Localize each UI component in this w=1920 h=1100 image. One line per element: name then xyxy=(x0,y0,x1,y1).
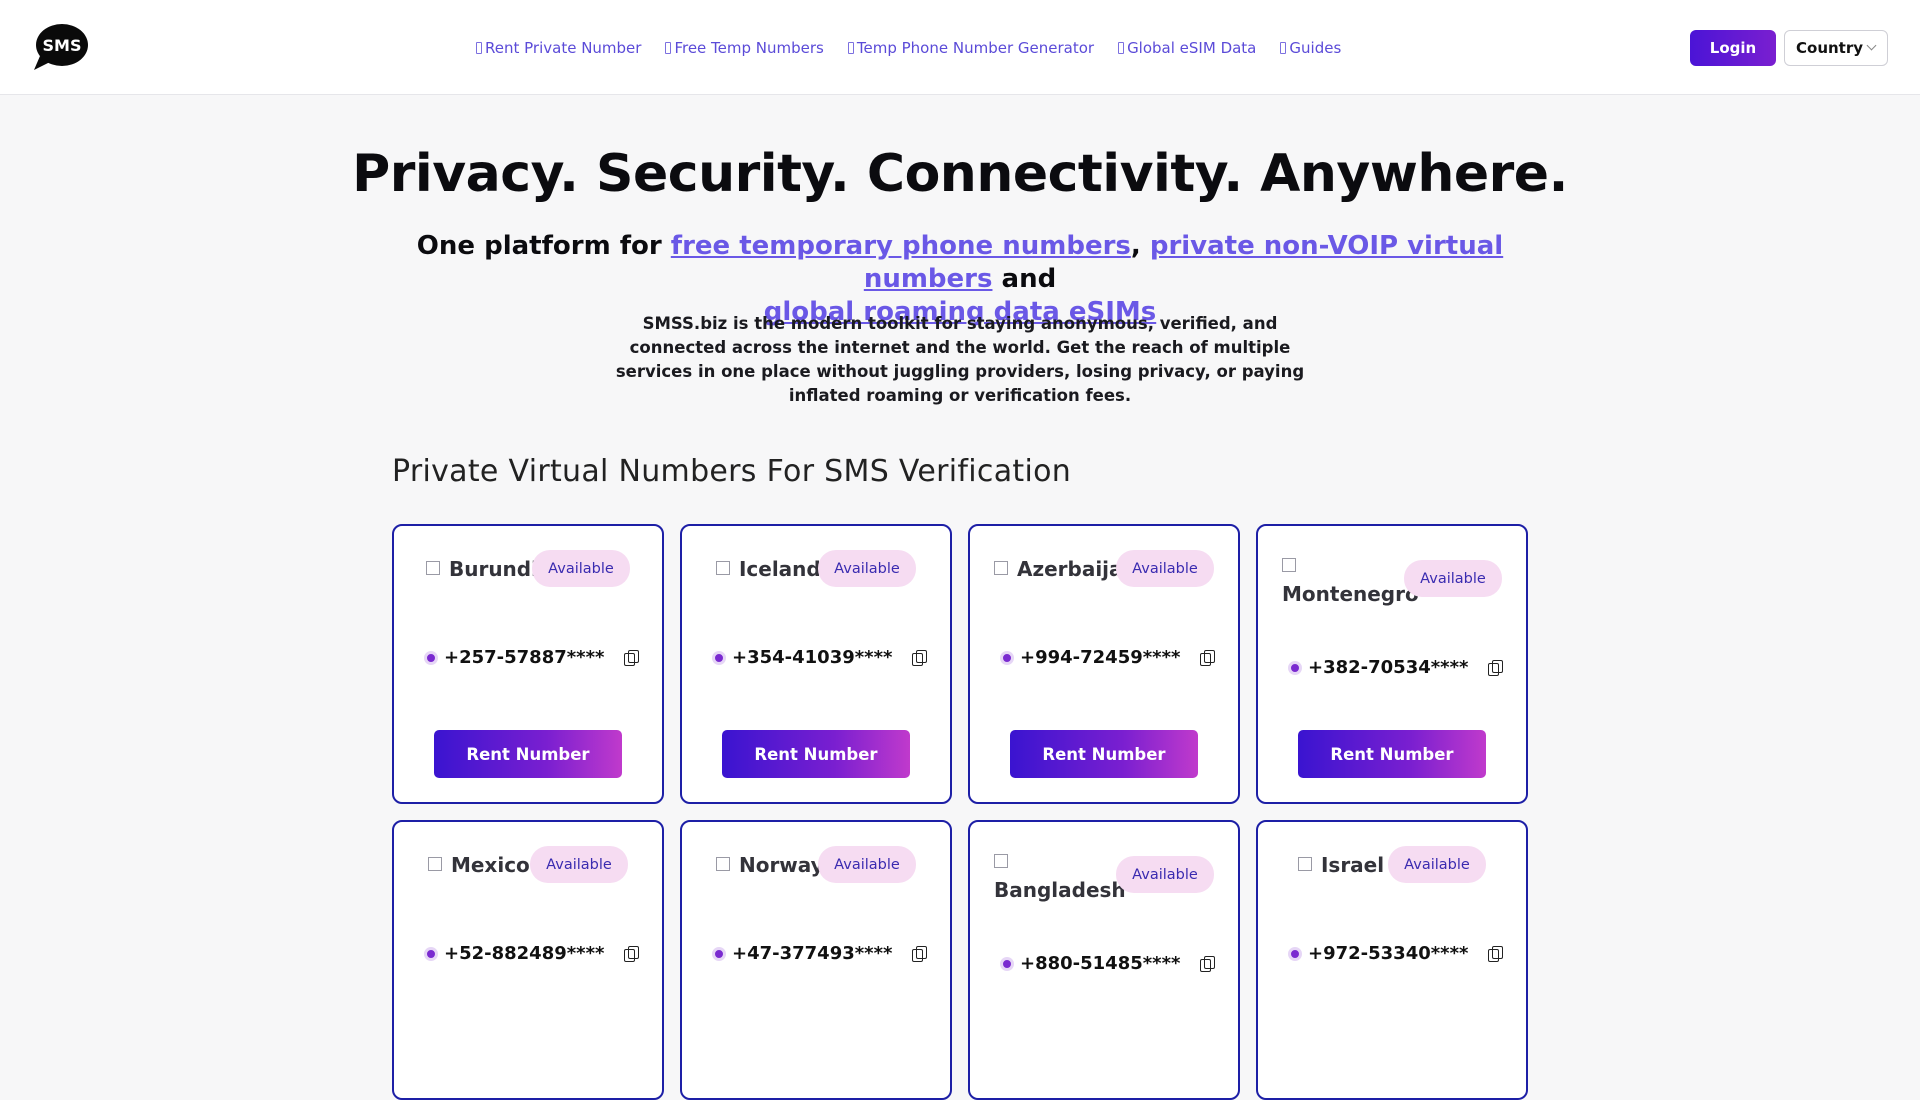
rent-number-button[interactable]: Rent Number xyxy=(434,730,622,778)
nav-item-icon xyxy=(665,42,672,54)
status-dot-icon xyxy=(1288,660,1302,675)
card-country: Mexico xyxy=(428,851,530,879)
card-country: Iceland xyxy=(716,555,821,583)
card-country: Montenegro xyxy=(1282,552,1419,608)
number-card: Israel Available +972-53340**** xyxy=(1256,820,1528,1100)
nav-label: Guides xyxy=(1289,39,1342,57)
nav-label: Global eSIM Data xyxy=(1127,39,1257,57)
copy-icon[interactable] xyxy=(624,945,640,962)
nav-item-icon xyxy=(1280,42,1287,54)
hero-sub-sep: , xyxy=(1130,231,1150,261)
nav-guides[interactable]: Guides xyxy=(1280,39,1341,57)
phone-number: +257-57887**** xyxy=(444,647,605,668)
flag-icon xyxy=(716,561,730,575)
phone-row: +994-72459**** xyxy=(1000,647,1216,668)
main-nav: Rent Private Number Free Temp Numbers Te… xyxy=(476,39,1365,57)
rent-number-button[interactable]: Rent Number xyxy=(722,730,910,778)
phone-number: +382-70534**** xyxy=(1308,657,1469,678)
nav-label: Free Temp Numbers xyxy=(674,39,824,57)
copy-icon[interactable] xyxy=(624,649,640,666)
phone-number: +52-882489**** xyxy=(444,943,605,964)
nav-free-temp-numbers[interactable]: Free Temp Numbers xyxy=(665,39,824,57)
copy-icon[interactable] xyxy=(912,649,928,666)
link-free-temporary-numbers[interactable]: free temporary phone numbers xyxy=(671,231,1131,261)
phone-number: +994-72459**** xyxy=(1020,647,1181,668)
number-card: Bangladesh Available +880-51485**** xyxy=(968,820,1240,1100)
phone-row: +257-57887**** xyxy=(424,647,640,668)
status-badge: Available xyxy=(1404,560,1502,597)
phone-row: +47-377493**** xyxy=(712,943,928,964)
phone-number: +972-53340**** xyxy=(1308,943,1469,964)
status-dot-icon xyxy=(424,946,438,961)
phone-row: +972-53340**** xyxy=(1288,943,1504,964)
phone-row: +52-882489**** xyxy=(424,943,640,964)
nav-temp-phone-number-generator[interactable]: Temp Phone Number Generator xyxy=(847,39,1095,57)
flag-icon xyxy=(428,857,442,871)
copy-icon[interactable] xyxy=(1488,659,1504,676)
nav-item-icon xyxy=(1118,42,1125,54)
flag-icon xyxy=(1282,558,1296,572)
status-badge: Available xyxy=(1116,550,1214,587)
country-select[interactable]: Country xyxy=(1784,30,1888,66)
copy-icon[interactable] xyxy=(1488,945,1504,962)
nav-rent-private-number[interactable]: Rent Private Number xyxy=(476,39,641,57)
number-card: Burundi Available +257-57887**** Rent Nu… xyxy=(392,524,664,804)
number-card: Norway Available +47-377493**** xyxy=(680,820,952,1100)
number-card: Iceland Available +354-41039**** Rent Nu… xyxy=(680,524,952,804)
phone-row: +382-70534**** xyxy=(1288,657,1504,678)
flag-icon xyxy=(1298,857,1312,871)
rent-number-button[interactable]: Rent Number xyxy=(1298,730,1486,778)
phone-row: +880-51485**** xyxy=(1000,953,1216,974)
country-select-label: Country xyxy=(1796,39,1864,57)
flag-icon xyxy=(994,854,1008,868)
number-card: Mexico Available +52-882489**** xyxy=(392,820,664,1100)
section-title: Private Virtual Numbers For SMS Verifica… xyxy=(392,454,1072,489)
nav-label: Rent Private Number xyxy=(485,39,642,57)
number-card: Montenegro Available +382-70534**** Rent… xyxy=(1256,524,1528,804)
nav-label: Temp Phone Number Generator xyxy=(856,39,1095,57)
status-badge: Available xyxy=(818,550,916,587)
status-dot-icon xyxy=(712,650,726,665)
phone-number: +880-51485**** xyxy=(1020,953,1181,974)
status-badge: Available xyxy=(1116,856,1214,893)
phone-number: +354-41039**** xyxy=(732,647,893,668)
phone-row: +354-41039**** xyxy=(712,647,928,668)
nav-global-esim-data[interactable]: Global eSIM Data xyxy=(1118,39,1256,57)
flag-icon xyxy=(426,561,440,575)
hero-sub-prefix: One platform for xyxy=(416,231,671,261)
card-country: Bangladesh xyxy=(994,848,1126,904)
nav-item-icon xyxy=(476,42,482,54)
sms-logo-icon[interactable]: SMS xyxy=(32,22,88,72)
flag-icon xyxy=(716,857,730,871)
chevron-down-icon xyxy=(1866,40,1877,51)
status-dot-icon xyxy=(424,650,438,665)
flag-icon xyxy=(994,561,1008,575)
status-dot-icon xyxy=(1288,946,1302,961)
login-button[interactable]: Login xyxy=(1690,30,1776,66)
phone-number: +47-377493**** xyxy=(732,943,893,964)
status-badge: Available xyxy=(530,846,628,883)
copy-icon[interactable] xyxy=(1200,955,1216,972)
copy-icon[interactable] xyxy=(1200,649,1216,666)
card-country: Burundi xyxy=(426,555,538,583)
status-badge: Available xyxy=(818,846,916,883)
rent-number-button[interactable]: Rent Number xyxy=(1010,730,1198,778)
svg-text:SMS: SMS xyxy=(43,36,82,55)
hero-description: SMSS.biz is the modern toolkit for stayi… xyxy=(615,314,1305,405)
site-header: SMS Rent Private Number Free Temp Number… xyxy=(0,0,1920,95)
status-dot-icon xyxy=(1000,956,1014,971)
card-country: Israel xyxy=(1298,851,1384,879)
copy-icon[interactable] xyxy=(912,945,928,962)
status-dot-icon xyxy=(712,946,726,961)
status-badge: Available xyxy=(1388,846,1486,883)
card-country: Norway xyxy=(716,851,824,879)
status-dot-icon xyxy=(1000,650,1014,665)
status-badge: Available xyxy=(532,550,630,587)
number-card: Azerbaijan Available +994-72459**** Rent… xyxy=(968,524,1240,804)
nav-item-icon xyxy=(847,42,854,54)
hero-title: Privacy. Security. Connectivity. Anywher… xyxy=(352,144,1568,204)
hero-sub-sep: and xyxy=(992,264,1057,294)
